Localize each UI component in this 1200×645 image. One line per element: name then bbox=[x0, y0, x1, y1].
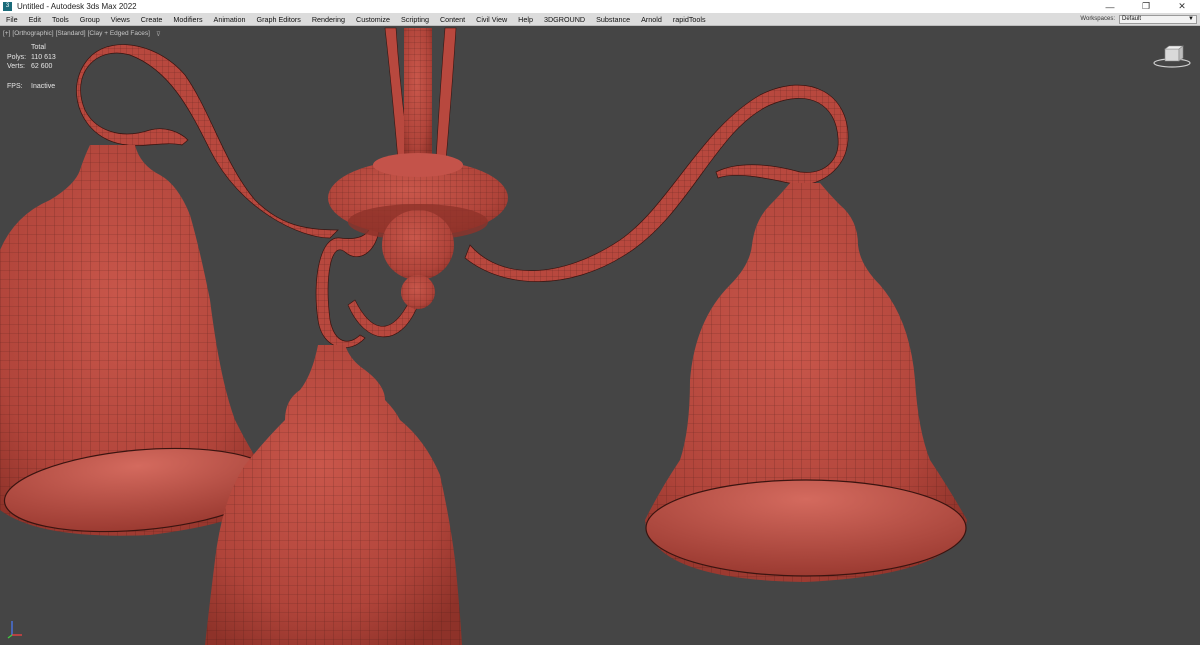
window-controls: — ❐ ✕ bbox=[1092, 0, 1200, 13]
menu-help[interactable]: Help bbox=[518, 15, 533, 24]
filter-icon[interactable]: ⊽ bbox=[156, 30, 161, 38]
viewport-display-mode[interactable]: [Clay + Edged Faces] bbox=[88, 30, 150, 38]
viewport-statistics: Total Polys: 110 613 Verts: 62 600 FPS: Ina… bbox=[7, 43, 56, 91]
viewport-point-of-view[interactable]: [Orthographic] bbox=[12, 30, 53, 38]
polys-value: 110 613 bbox=[31, 53, 56, 61]
menu-scripting[interactable]: Scripting bbox=[401, 15, 429, 24]
menu-list: File Edit Tools Group Views Create Modif… bbox=[0, 15, 1080, 24]
menu-edit[interactable]: Edit bbox=[29, 15, 41, 24]
viewcube-icon[interactable] bbox=[1152, 43, 1192, 69]
perspective-viewport[interactable]: [+] [Orthographic] [Standard] [Clay + Ed… bbox=[0, 27, 1200, 645]
menu-arnold[interactable]: Arnold bbox=[641, 15, 662, 24]
menu-group[interactable]: Group bbox=[80, 15, 100, 24]
verts-label: Verts: bbox=[7, 63, 25, 70]
menu-content[interactable]: Content bbox=[440, 15, 465, 24]
menu-bar: File Edit Tools Group Views Create Modif… bbox=[0, 13, 1200, 26]
workspaces-selector: Workspaces: Default ▼ bbox=[1080, 14, 1197, 24]
stats-header: Total bbox=[31, 44, 46, 51]
menu-3dground[interactable]: 3DGROUND bbox=[544, 15, 585, 24]
window-title: Untitled - Autodesk 3ds Max 2022 bbox=[17, 2, 137, 11]
verts-value: 62 600 bbox=[31, 63, 53, 70]
menu-animation[interactable]: Animation bbox=[214, 15, 246, 24]
workspaces-value: Default bbox=[1122, 16, 1142, 22]
restore-button[interactable]: ❐ bbox=[1128, 0, 1164, 13]
close-button[interactable]: ✕ bbox=[1164, 0, 1200, 13]
menu-rendering[interactable]: Rendering bbox=[312, 15, 345, 24]
axis-tripod-icon bbox=[7, 621, 22, 639]
center-rods bbox=[384, 27, 457, 161]
menu-customize[interactable]: Customize bbox=[356, 15, 390, 24]
center-hub bbox=[328, 153, 508, 309]
menu-views[interactable]: Views bbox=[111, 15, 130, 24]
chevron-down-icon: ▼ bbox=[1188, 16, 1194, 22]
menu-rapidtools[interactable]: rapidTools bbox=[673, 15, 706, 24]
menu-substance[interactable]: Substance bbox=[596, 15, 630, 24]
minimize-button[interactable]: — bbox=[1092, 0, 1128, 13]
menu-civil-view[interactable]: Civil View bbox=[476, 15, 507, 24]
menu-modifiers[interactable]: Modifiers bbox=[173, 15, 202, 24]
title-bar: 3 Untitled - Autodesk 3ds Max 2022 — ❐ ✕ bbox=[0, 0, 1200, 13]
menu-create[interactable]: Create bbox=[141, 15, 163, 24]
right-bell bbox=[645, 183, 967, 582]
polys-label: Polys: bbox=[7, 53, 27, 61]
fps-value: Inactive bbox=[31, 82, 56, 90]
viewport-menu-plus[interactable]: [+] bbox=[3, 30, 10, 38]
fps-label: FPS: bbox=[7, 82, 23, 90]
workspaces-dropdown[interactable]: Default ▼ bbox=[1119, 14, 1197, 24]
viewport-label: [+] [Orthographic] [Standard] [Clay + Ed… bbox=[3, 30, 161, 38]
app-logo-icon: 3 bbox=[3, 2, 12, 11]
chandelier-model bbox=[0, 27, 967, 645]
viewport-shading-standard[interactable]: [Standard] bbox=[56, 30, 86, 38]
menu-tools[interactable]: Tools bbox=[52, 15, 69, 24]
menu-file[interactable]: File bbox=[6, 15, 18, 24]
workspaces-label: Workspaces: bbox=[1080, 16, 1115, 22]
center-bell bbox=[205, 345, 462, 645]
menu-graph-editors[interactable]: Graph Editors bbox=[257, 15, 301, 24]
